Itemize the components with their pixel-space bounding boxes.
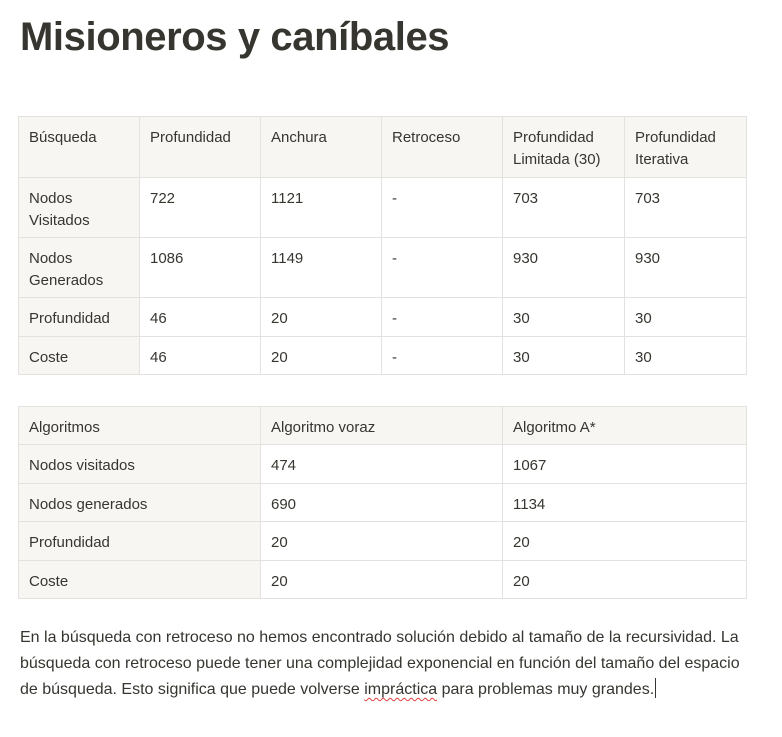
table-cell[interactable]: 722 bbox=[139, 177, 261, 238]
row-header-cell[interactable]: Nodos visitados bbox=[18, 444, 261, 484]
text-cursor bbox=[655, 678, 657, 698]
table-cell[interactable]: 1086 bbox=[139, 237, 261, 298]
row-header-cell[interactable]: Coste bbox=[18, 560, 261, 599]
table-cell[interactable]: 1121 bbox=[260, 177, 382, 238]
table-row: Profundidad 46 20 - 30 30 bbox=[18, 297, 747, 337]
table-cell[interactable]: 1149 bbox=[260, 237, 382, 298]
row-header-cell[interactable]: Nodos generados bbox=[18, 483, 261, 522]
table-cell[interactable]: 30 bbox=[502, 336, 625, 375]
table-cell[interactable]: - bbox=[381, 177, 503, 238]
header-cell[interactable]: Algoritmo A* bbox=[502, 406, 747, 445]
row-header-cell[interactable]: Nodos Visitados bbox=[18, 177, 140, 238]
table-cell[interactable]: 1134 bbox=[502, 483, 747, 522]
body-paragraph[interactable]: En la búsqueda con retroceso no hemos en… bbox=[20, 625, 760, 703]
table-cell[interactable]: 474 bbox=[260, 444, 503, 484]
table-cell[interactable]: - bbox=[381, 336, 503, 375]
table-cell[interactable]: 30 bbox=[502, 297, 625, 337]
table-cell[interactable]: 930 bbox=[624, 237, 747, 298]
table-cell[interactable]: 1067 bbox=[502, 444, 747, 484]
table-cell[interactable]: 20 bbox=[260, 336, 382, 375]
table-cell[interactable]: 46 bbox=[139, 297, 261, 337]
uninformed-search-table: Búsqueda Profundidad Anchura Retroceso P… bbox=[18, 116, 747, 375]
table-cell[interactable]: 703 bbox=[502, 177, 625, 238]
table-cell[interactable]: 690 bbox=[260, 483, 503, 522]
table-header-row: Algoritmos Algoritmo voraz Algoritmo A* bbox=[18, 406, 747, 445]
table-cell[interactable]: 703 bbox=[624, 177, 747, 238]
misspelled-word[interactable]: impráctica bbox=[364, 681, 437, 698]
row-header-cell[interactable]: Profundidad bbox=[18, 521, 261, 561]
header-cell[interactable]: Profundidad Iterativa bbox=[624, 116, 747, 178]
table-row: Coste 46 20 - 30 30 bbox=[18, 336, 747, 375]
table-cell[interactable]: 30 bbox=[624, 336, 747, 375]
table-cell[interactable]: 30 bbox=[624, 297, 747, 337]
table-cell[interactable]: - bbox=[381, 237, 503, 298]
table-cell[interactable]: 930 bbox=[502, 237, 625, 298]
page-title[interactable]: Misioneros y caníbales bbox=[20, 10, 450, 64]
row-header-cell[interactable]: Nodos Generados bbox=[18, 237, 140, 298]
table-cell[interactable]: 46 bbox=[139, 336, 261, 375]
table-cell[interactable]: 20 bbox=[502, 560, 747, 599]
table-cell[interactable]: 20 bbox=[260, 297, 382, 337]
table-row: Nodos Visitados 722 1121 - 703 703 bbox=[18, 177, 747, 238]
header-cell[interactable]: Profundidad Limitada (30) bbox=[502, 116, 625, 178]
document-page: Misioneros y caníbales Búsqueda Profundi… bbox=[0, 0, 782, 737]
informed-search-table: Algoritmos Algoritmo voraz Algoritmo A* … bbox=[18, 406, 747, 599]
table-cell[interactable]: 20 bbox=[260, 521, 503, 561]
table-row: Nodos generados 690 1134 bbox=[18, 483, 747, 522]
table-row: Coste 20 20 bbox=[18, 560, 747, 599]
header-cell[interactable]: Retroceso bbox=[381, 116, 503, 178]
header-cell[interactable]: Algoritmos bbox=[18, 406, 261, 445]
table-cell[interactable]: 20 bbox=[260, 560, 503, 599]
paragraph-text-end: para problemas muy grandes. bbox=[437, 681, 655, 698]
table-cell[interactable]: 20 bbox=[502, 521, 747, 561]
header-cell[interactable]: Profundidad bbox=[139, 116, 261, 178]
header-cell[interactable]: Anchura bbox=[260, 116, 382, 178]
row-header-cell[interactable]: Coste bbox=[18, 336, 140, 375]
table-row: Profundidad 20 20 bbox=[18, 521, 747, 561]
row-header-cell[interactable]: Profundidad bbox=[18, 297, 140, 337]
table-cell[interactable]: - bbox=[381, 297, 503, 337]
header-cell[interactable]: Algoritmo voraz bbox=[260, 406, 503, 445]
header-cell[interactable]: Búsqueda bbox=[18, 116, 140, 178]
table-row: Nodos visitados 474 1067 bbox=[18, 444, 747, 484]
table-header-row: Búsqueda Profundidad Anchura Retroceso P… bbox=[18, 116, 747, 178]
table-row: Nodos Generados 1086 1149 - 930 930 bbox=[18, 237, 747, 298]
